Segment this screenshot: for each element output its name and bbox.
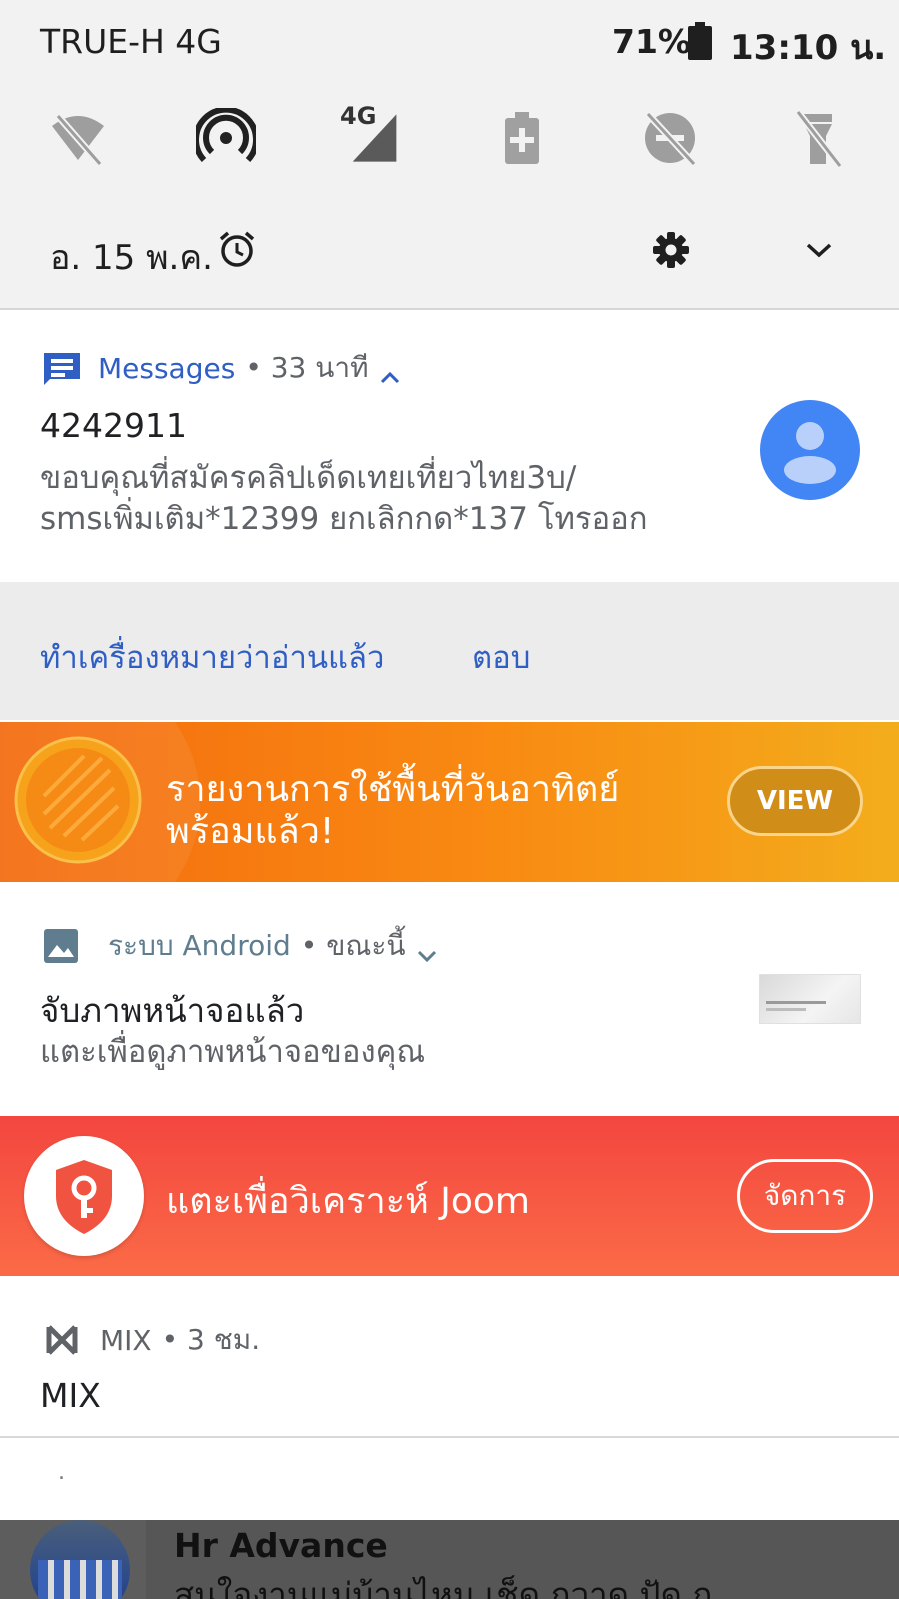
settings-gear-icon[interactable] [652, 231, 690, 269]
android-app-header: ระบบ Android • ขณะนี้ [44, 924, 438, 968]
android-app-name: ระบบ Android [108, 929, 291, 962]
storage-report-banner[interactable]: รายงานการใช้พื้นที่วันอาทิตย์ พร้อมแล้ว!… [0, 722, 899, 882]
collapse-chevron-up-icon[interactable] [379, 360, 401, 384]
group-photo-stripes [38, 1560, 122, 1599]
joom-analysis-banner[interactable]: แตะเพื่อวิเคราะห์ Joom จัดการ [0, 1116, 899, 1276]
battery-saver-icon[interactable] [492, 108, 552, 168]
expand-chevron-down-icon[interactable] [416, 938, 438, 963]
joom-text: แตะเพื่อวิเคราะห์ Joom [166, 1181, 530, 1222]
mix-app-name: MIX [100, 1323, 152, 1357]
notification-shade-header: TRUE-H 4G 71% 13:10 น. 4G อ. 15 พ.ค. [0, 0, 899, 310]
wifi-off-icon[interactable] [48, 108, 108, 168]
messages-notification[interactable]: Messages • 33 นาที 4242911 ขอบคุณที่สมัค… [0, 310, 899, 720]
manage-button[interactable]: จัดการ [737, 1159, 873, 1233]
messages-app-name: Messages [98, 351, 236, 385]
mix-logo-icon [46, 1324, 78, 1356]
network-badge: 4G [340, 102, 377, 130]
mix-title: MIX [40, 1376, 101, 1415]
screenshot-title: จับภาพหน้าจอแล้ว [40, 991, 305, 1030]
expand-chevron-down-icon[interactable] [804, 240, 834, 260]
battery-icon [688, 22, 712, 60]
hotspot-icon[interactable] [193, 106, 259, 168]
alarm-icon[interactable] [218, 230, 256, 268]
security-app-icon [24, 1136, 144, 1256]
mix-notification[interactable]: MIX • 3 ชม. MIX [0, 1278, 899, 1436]
screenshot-thumbnail [759, 974, 861, 1024]
mix-time: • 3 ชม. [161, 1323, 261, 1356]
do-not-disturb-off-icon[interactable] [640, 108, 700, 168]
reply-button[interactable]: ตอบ [472, 632, 530, 682]
mix-app-header: MIX • 3 ชม. [46, 1318, 260, 1362]
hr-content-area: Hr Advance สนใจงานแม่บ้านไหม เช็ด กวาด ป… [146, 1520, 899, 1599]
mix-secondary-notification[interactable]: . [0, 1438, 899, 1520]
thumbnail-line [766, 1001, 826, 1004]
shield-key-icon [56, 1160, 112, 1234]
contact-avatar [760, 400, 860, 500]
messages-app-header: Messages • 33 นาที [42, 346, 401, 390]
carrier-label: TRUE-H 4G [40, 22, 222, 61]
hr-body: สนใจงานแม่บ้านไหม เช็ด กวาด ปัด ถู [174, 1575, 713, 1599]
message-body-line2: smsเพิ่มเติม*12399 ยกเลิกกด*137 โทรออก [40, 501, 648, 537]
messages-app-icon [42, 351, 82, 385]
battery-percent: 71% [612, 22, 691, 61]
hr-avatar [30, 1520, 130, 1599]
mix-extra-text: . [58, 1460, 65, 1485]
view-button-label: VIEW [756, 786, 834, 816]
hr-advance-notification[interactable]: Hr Advance สนใจงานแม่บ้านไหม เช็ด กวาด ป… [0, 1520, 899, 1599]
view-button[interactable]: VIEW [727, 766, 863, 836]
person-icon [784, 422, 836, 484]
date-label[interactable]: อ. 15 พ.ค. [50, 230, 213, 284]
manage-button-label: จัดการ [763, 1179, 847, 1212]
flashlight-off-icon[interactable] [788, 108, 848, 169]
thumbnail-line [766, 1008, 806, 1011]
mark-as-read-button[interactable]: ทำเครื่องหมายว่าอ่านแล้ว [40, 632, 384, 682]
message-sender: 4242911 [40, 406, 187, 445]
hr-title: Hr Advance [174, 1526, 388, 1565]
messages-time: • 33 นาที [245, 351, 369, 384]
storage-app-icon [14, 736, 142, 864]
mobile-data-4g-icon[interactable]: 4G [340, 102, 406, 168]
storage-text-line2: พร้อมแล้ว! [166, 811, 335, 852]
clock: 13:10 น. [730, 28, 887, 68]
screenshot-notification[interactable]: ระบบ Android • ขณะนี้ จับภาพหน้าจอแล้ว แ… [0, 884, 899, 1114]
message-actions-bar: ทำเครื่องหมายว่าอ่านแล้ว ตอบ [0, 582, 899, 720]
screenshot-body: แตะเพื่อดูภาพหน้าจอของคุณ [40, 1034, 426, 1070]
image-icon [44, 929, 78, 963]
message-body-line1: ขอบคุณที่สมัครคลิปเด็ดเทยเที่ยวไทย3บ/ [40, 460, 577, 496]
android-time: • ขณะนี้ [300, 929, 406, 962]
